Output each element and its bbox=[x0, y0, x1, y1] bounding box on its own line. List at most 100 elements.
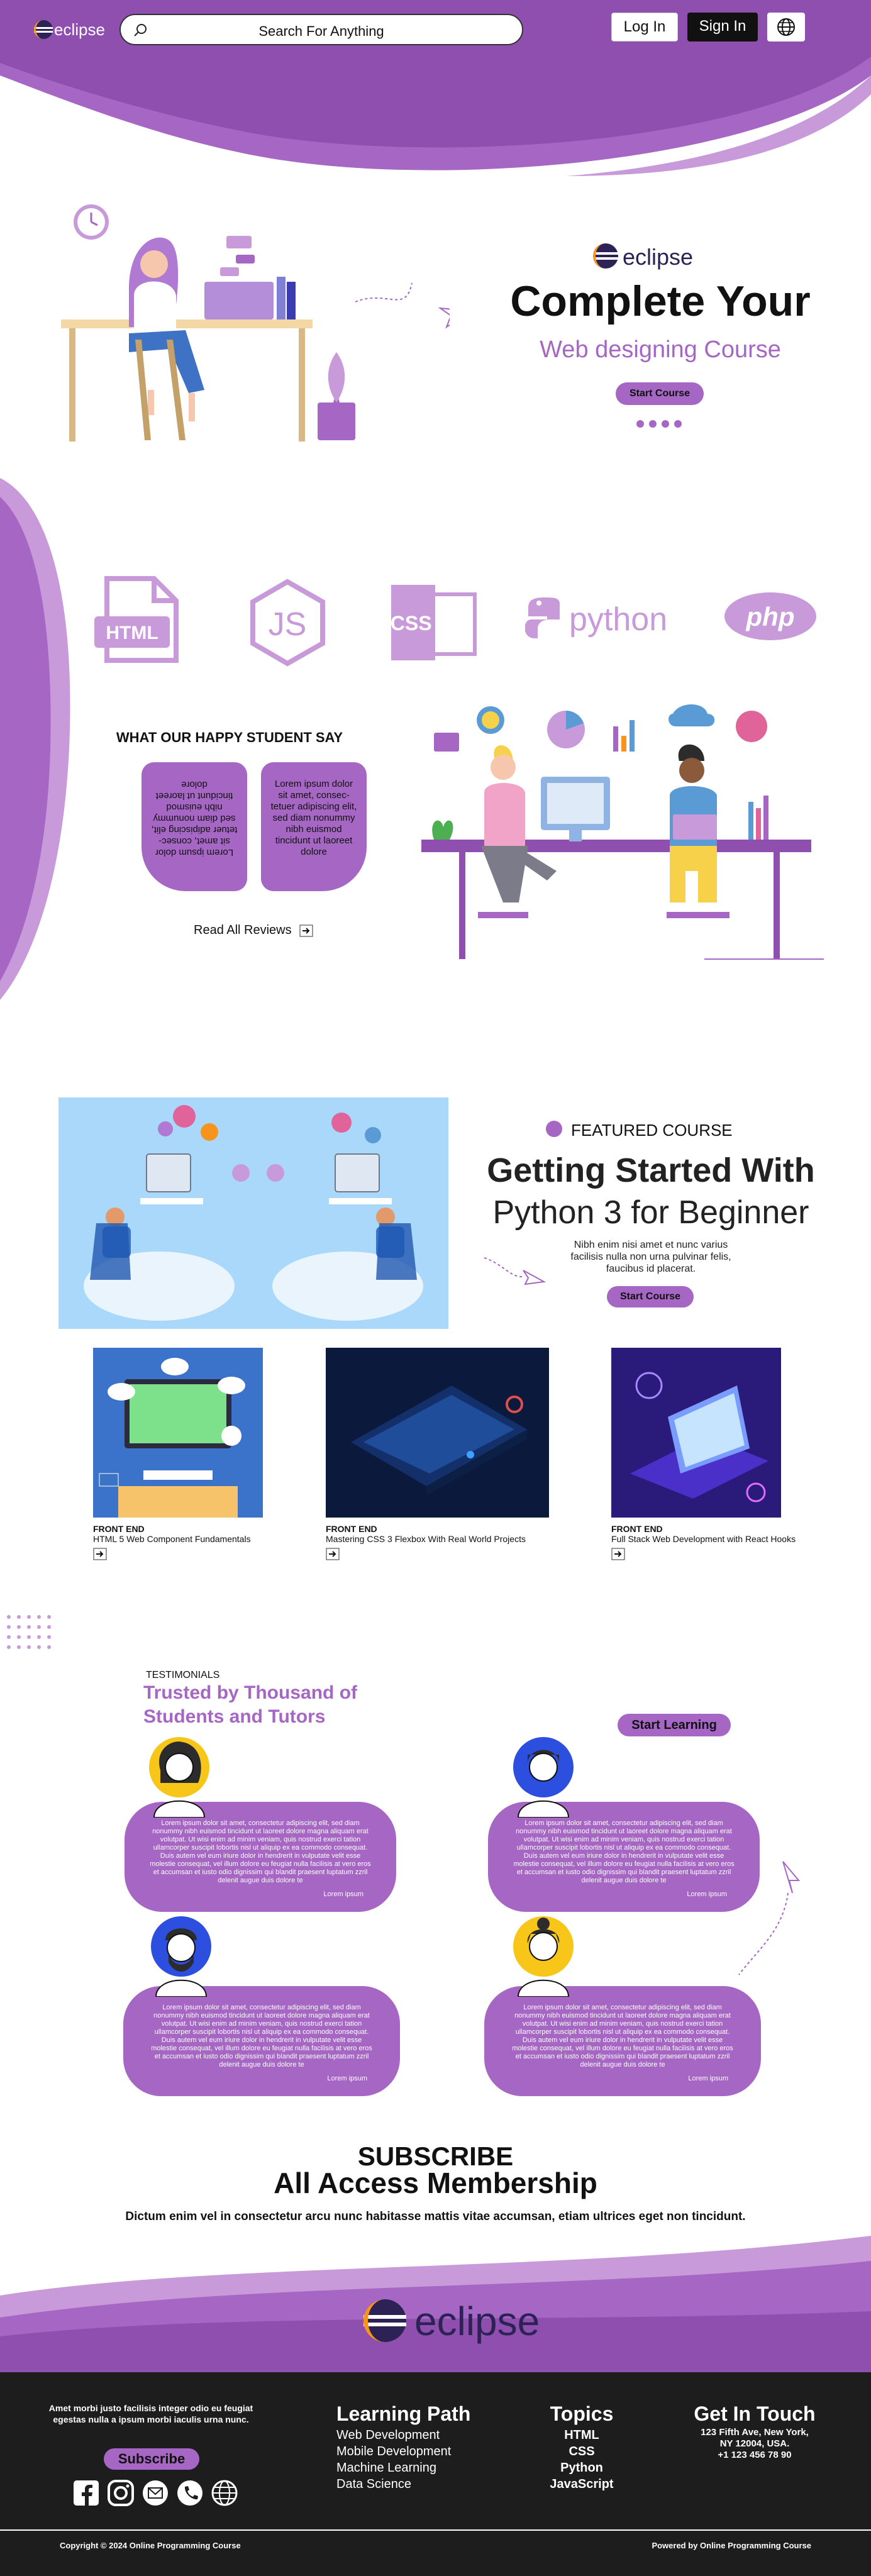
course-image-3 bbox=[611, 1348, 781, 1518]
testimonial-4-author: Lorem ipsum bbox=[688, 2075, 728, 2082]
testimonials-heading-2: Students and Tutors bbox=[143, 1706, 326, 1727]
featured-start-course-button[interactable]: Start Course bbox=[607, 1286, 694, 1307]
read-all-reviews-link[interactable]: Read All Reviews bbox=[194, 923, 319, 940]
email-icon[interactable] bbox=[141, 2479, 169, 2507]
testimonial-2-author: Lorem ipsum bbox=[687, 1890, 727, 1898]
side-wave bbox=[0, 478, 70, 1000]
course-2-category: FRONT END bbox=[326, 1524, 377, 1534]
header-logo-text: eclipse bbox=[54, 20, 105, 39]
course-card-2[interactable]: FRONT END Mastering CSS 3 Flexbox With R… bbox=[326, 1348, 549, 1560]
review-card-1: Lorem ipsum dolor sit amet, consec-tetue… bbox=[141, 762, 247, 891]
login-button[interactable]: Log In bbox=[611, 13, 678, 42]
featured-label: FEATURED COURSE bbox=[546, 1119, 772, 1140]
course-1-category: FRONT END bbox=[93, 1524, 145, 1534]
reviews-heading: WHAT OUR HAPPY STUDENT SAY bbox=[116, 730, 343, 745]
footer-subscribe-button[interactable]: Subscribe bbox=[104, 2448, 199, 2470]
topic-css[interactable]: CSS bbox=[535, 2443, 629, 2460]
footer-learning-path: Learning Path Web Development Mobile Dev… bbox=[336, 2402, 470, 2492]
banner-logo-text: eclipse bbox=[414, 2299, 540, 2344]
globe-icon bbox=[777, 18, 795, 36]
course-image-2 bbox=[326, 1348, 549, 1518]
review-card-2: Lorem ipsum dolor sit amet, consec-tetue… bbox=[261, 762, 367, 891]
contact-phone: +1 123 456 78 90 bbox=[718, 2450, 792, 2460]
php-logo-icon: php bbox=[724, 592, 816, 640]
html-logo-icon: HTML bbox=[94, 576, 179, 663]
course-3-category: FRONT END bbox=[611, 1524, 663, 1534]
python-logo-icon: python bbox=[525, 597, 667, 638]
topics-title: Topics bbox=[550, 2402, 614, 2425]
facebook-icon[interactable] bbox=[72, 2479, 100, 2507]
eclipse-logo-icon bbox=[34, 20, 53, 39]
svg-text:JS: JS bbox=[269, 606, 307, 643]
featured-label-text: FEATURED COURSE bbox=[571, 1121, 733, 1140]
header-logo[interactable]: eclipse bbox=[33, 19, 108, 42]
featured-course-image bbox=[58, 1097, 448, 1329]
avatar bbox=[513, 1737, 574, 1818]
footer-copyright: Copyright © 2024 Online Programming Cour… bbox=[60, 2541, 241, 2550]
learning-path-title: Learning Path bbox=[336, 2402, 471, 2425]
footer-powered-by: Powered by Online Programming Course bbox=[652, 2541, 811, 2550]
testimonials-label: TESTIMONIALS bbox=[146, 1670, 220, 1680]
learning-item-mobile[interactable]: Mobile Development bbox=[336, 2443, 470, 2460]
course-3-title: Full Stack Web Development with React Ho… bbox=[611, 1534, 796, 1544]
course-image-1 bbox=[93, 1348, 263, 1518]
testimonial-1-author: Lorem ipsum bbox=[323, 1890, 363, 1898]
featured-description: Nibh enim nisi amet et nunc varius facil… bbox=[570, 1240, 731, 1274]
subscribe-description: Dictum enim vel in consectetur arcu nunc… bbox=[125, 2210, 746, 2223]
hero-illustration bbox=[61, 204, 450, 441]
topic-python[interactable]: Python bbox=[535, 2460, 629, 2476]
css-logo-icon: CSS { } bbox=[391, 585, 477, 660]
learning-item-ml[interactable]: Machine Learning bbox=[336, 2460, 470, 2476]
eclipse-logo-icon bbox=[363, 2299, 406, 2342]
review-card-2-text: Lorem ipsum dolor sit amet, consec-tetue… bbox=[270, 779, 357, 857]
arrow-right-icon bbox=[299, 924, 313, 937]
arrow-right-icon[interactable] bbox=[611, 1548, 625, 1560]
search-bar[interactable]: Search For Anything bbox=[119, 14, 523, 45]
hero-brand-text: eclipse bbox=[623, 244, 694, 270]
hero-start-course-button[interactable]: Start Course bbox=[616, 382, 704, 405]
contact-address-2: NY 12004, USA. bbox=[719, 2438, 790, 2449]
testimonial-card-2: Lorem ipsum dolor sit amet, consectetur … bbox=[488, 1802, 760, 1912]
testimonial-4-text: Lorem ipsum dolor sit amet, consectetur … bbox=[512, 2004, 733, 2068]
testimonials-heading-1: Trusted by Thousand of bbox=[143, 1682, 358, 1703]
learning-item-ds[interactable]: Data Science bbox=[336, 2476, 470, 2492]
testimonial-card-4: Lorem ipsum dolor sit amet, consectetur … bbox=[484, 1986, 761, 2096]
website-icon[interactable] bbox=[211, 2479, 238, 2507]
topic-html[interactable]: HTML bbox=[535, 2427, 629, 2443]
svg-text:HTML: HTML bbox=[106, 623, 158, 643]
read-all-reviews-label: Read All Reviews bbox=[194, 923, 292, 937]
featured-title-line1: Getting Started With bbox=[487, 1152, 815, 1189]
course-card-3[interactable]: FRONT END Full Stack Web Development wit… bbox=[611, 1348, 796, 1560]
hero-brand: eclipse bbox=[591, 240, 717, 272]
hero-title: Complete Your bbox=[510, 277, 811, 325]
language-button[interactable] bbox=[767, 13, 805, 42]
start-learning-button[interactable]: Start Learning bbox=[618, 1714, 731, 1736]
instagram-icon[interactable] bbox=[107, 2479, 135, 2507]
footer-divider bbox=[0, 2529, 871, 2531]
footer-topics: Topics HTML CSS Python JavaScript bbox=[535, 2402, 629, 2492]
testimonial-3-text: Lorem ipsum dolor sit amet, consectetur … bbox=[151, 2004, 372, 2068]
review-card-1-text: Lorem ipsum dolor sit amet, consec-tetue… bbox=[151, 779, 238, 858]
testimonial-card-1: Lorem ipsum dolor sit amet, consectetur … bbox=[125, 1802, 396, 1912]
featured-title-line2: Python 3 for Beginner bbox=[492, 1194, 809, 1231]
footer-contact: Get In Touch 123 Fifth Ave, New York, NY… bbox=[679, 2402, 830, 2461]
hero-carousel-dots[interactable] bbox=[636, 420, 687, 428]
learning-item-web[interactable]: Web Development bbox=[336, 2427, 470, 2443]
avatar bbox=[513, 1916, 574, 1997]
featured-bullet-icon bbox=[546, 1121, 562, 1137]
signin-button[interactable]: Sign In bbox=[687, 13, 758, 42]
arrow-right-icon[interactable] bbox=[93, 1548, 107, 1560]
course-1-title: HTML 5 Web Component Fundamentals bbox=[93, 1534, 251, 1544]
topic-javascript[interactable]: JavaScript bbox=[535, 2476, 629, 2492]
contact-address-1: 123 Fifth Ave, New York, bbox=[701, 2427, 809, 2438]
arrow-right-icon[interactable] bbox=[326, 1548, 340, 1560]
students-illustration bbox=[421, 704, 824, 960]
search-input[interactable]: Search For Anything bbox=[121, 23, 522, 40]
phone-icon[interactable] bbox=[176, 2479, 204, 2507]
testimonial-card-3: Lorem ipsum dolor sit amet, consectetur … bbox=[123, 1986, 400, 2096]
testimonial-3-author: Lorem ipsum bbox=[327, 2075, 367, 2082]
course-card-1[interactable]: FRONT END HTML 5 Web Component Fundament… bbox=[93, 1348, 263, 1560]
js-logo-icon: JS bbox=[250, 579, 325, 667]
subscribe-subtitle: All Access Membership bbox=[274, 2167, 597, 2199]
svg-text:php: php bbox=[746, 602, 795, 631]
